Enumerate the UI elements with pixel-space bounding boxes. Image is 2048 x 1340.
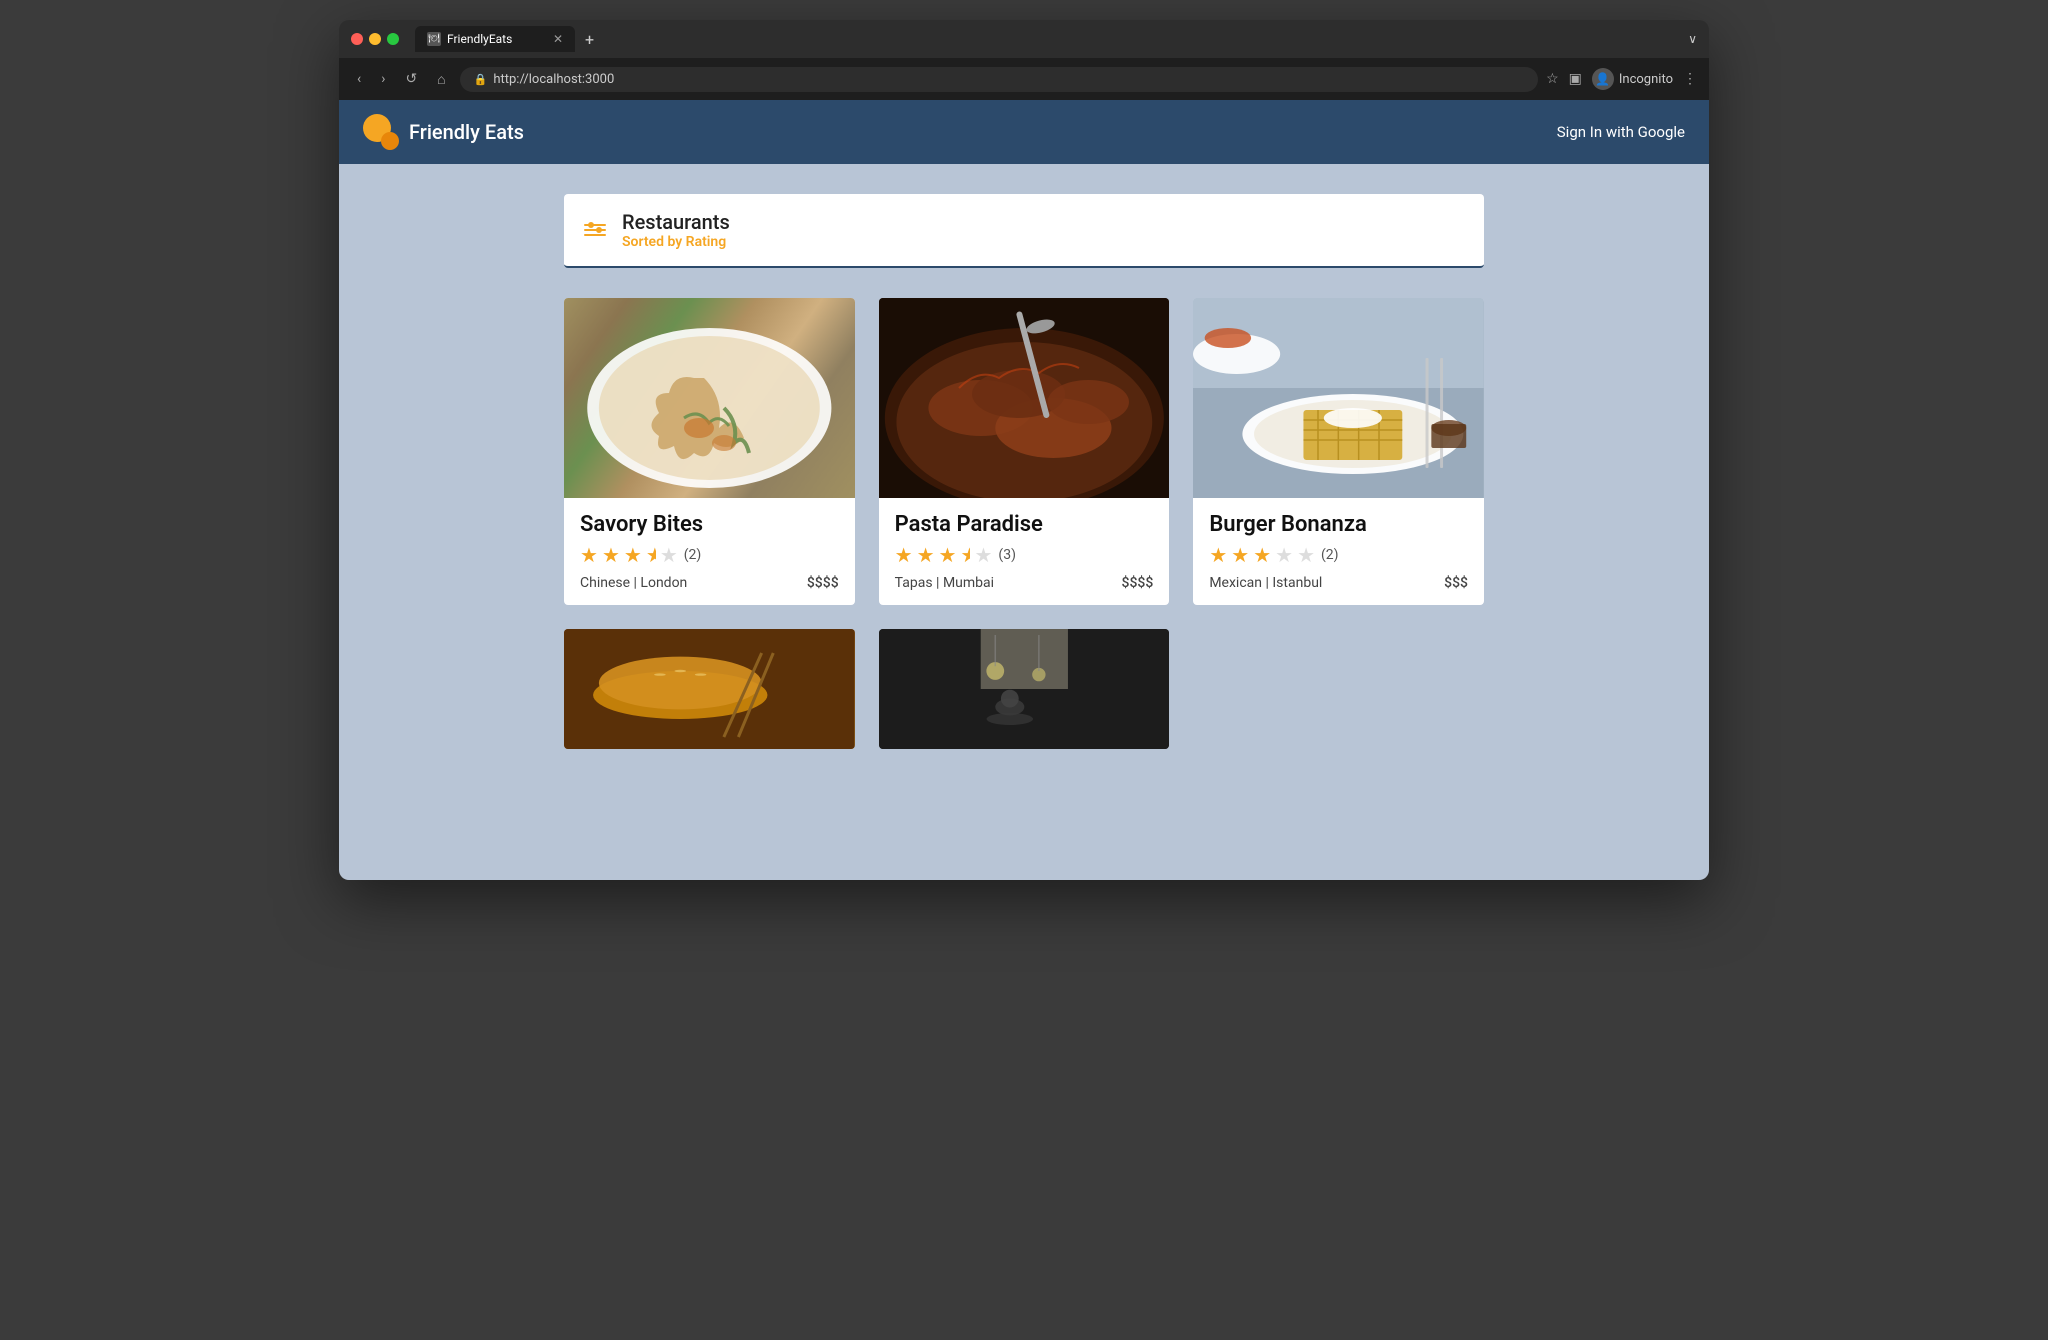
restaurant-card-pasta-paradise[interactable]: Pasta Paradise ★ ★ ★ ★ ★ (3) Tapas | Mum… xyxy=(879,298,1170,605)
stars-row-savory-bites: ★ ★ ★ ★ ★ (2) xyxy=(580,543,839,567)
close-button[interactable] xyxy=(351,33,363,45)
sign-in-button[interactable]: Sign In with Google xyxy=(1557,123,1685,141)
star-half: ★ xyxy=(960,543,970,567)
address-bar[interactable]: 🔒 http://localhost:3000 xyxy=(460,67,1538,92)
card-body-pasta-paradise: Pasta Paradise ★ ★ ★ ★ ★ (3) Tapas | Mum… xyxy=(879,498,1170,605)
card-meta-savory-bites: Chinese | London $$$$ xyxy=(580,575,839,591)
back-button[interactable]: ‹ xyxy=(351,67,367,91)
review-count-burger-bonanza: (2) xyxy=(1321,547,1339,563)
bottom-right-svg xyxy=(879,629,1170,749)
stars-row-pasta-paradise: ★ ★ ★ ★ ★ (3) xyxy=(895,543,1154,567)
restaurant-image-burger-bonanza xyxy=(1193,298,1484,498)
star-2: ★ xyxy=(917,543,935,567)
bottom-left-svg xyxy=(564,629,855,749)
review-count-pasta-paradise: (3) xyxy=(998,547,1016,563)
browser-menu-icon[interactable]: ⋮ xyxy=(1683,71,1697,87)
restaurant-name-pasta-paradise: Pasta Paradise xyxy=(895,512,1154,537)
incognito-icon: 👤 xyxy=(1592,68,1614,90)
maximize-button[interactable] xyxy=(387,33,399,45)
section-title: Restaurants xyxy=(622,210,1464,234)
main-content: Restaurants Sorted by Rating xyxy=(544,164,1504,779)
star-4: ★ xyxy=(1275,543,1293,567)
pasta-paradise-svg xyxy=(879,298,1170,498)
traffic-lights xyxy=(351,33,399,45)
browser-window: 🍽 FriendlyEats ✕ + ∨ ‹ › ↺ ⌂ 🔒 http://lo… xyxy=(339,20,1709,880)
section-subtitle: Sorted by Rating xyxy=(622,234,1464,250)
cuisine-location-savory-bites: Chinese | London xyxy=(580,575,687,591)
savory-bites-svg xyxy=(564,298,855,498)
tab-end-controls: ∨ xyxy=(1688,32,1697,46)
browser-toolbar: ‹ › ↺ ⌂ 🔒 http://localhost:3000 ☆ ▣ 👤 In… xyxy=(339,58,1709,100)
app-container: Friendly Eats Sign In with Google Rest xyxy=(339,100,1709,880)
tab-favicon: 🍽 xyxy=(427,32,441,46)
reload-button[interactable]: ↺ xyxy=(399,67,423,91)
star-2: ★ xyxy=(602,543,620,567)
minimize-button[interactable] xyxy=(369,33,381,45)
restaurant-name-burger-bonanza: Burger Bonanza xyxy=(1209,512,1468,537)
card-body-savory-bites: Savory Bites ★ ★ ★ ★ ★ (2) Chinese | Lon… xyxy=(564,498,855,605)
card-body-burger-bonanza: Burger Bonanza ★ ★ ★ ★ ★ (2) Mexican | I… xyxy=(1193,498,1484,605)
burger-bonanza-svg xyxy=(1193,298,1484,498)
star-1: ★ xyxy=(580,543,598,567)
star-3: ★ xyxy=(1253,543,1271,567)
restaurant-card-bottom-left[interactable] xyxy=(564,629,855,749)
stars-row-burger-bonanza: ★ ★ ★ ★ ★ (2) xyxy=(1209,543,1468,567)
bottom-cards-row xyxy=(564,629,1484,749)
restaurant-name-savory-bites: Savory Bites xyxy=(580,512,839,537)
restaurant-image-pasta-paradise xyxy=(879,298,1170,498)
restaurant-card-savory-bites[interactable]: Savory Bites ★ ★ ★ ★ ★ (2) Chinese | Lon… xyxy=(564,298,855,605)
restaurant-image-savory-bites xyxy=(564,298,855,498)
review-count-savory-bites: (2) xyxy=(684,547,702,563)
home-button[interactable]: ⌂ xyxy=(431,67,451,92)
price-pasta-paradise: $$$$ xyxy=(1122,575,1154,591)
tab-close-button[interactable]: ✕ xyxy=(553,32,563,46)
star-5: ★ xyxy=(1297,543,1315,567)
star-4: ★ xyxy=(974,543,992,567)
bottom-right-image xyxy=(879,629,1170,749)
app-logo: Friendly Eats xyxy=(363,114,524,150)
incognito-badge: 👤 Incognito xyxy=(1592,68,1673,90)
star-half: ★ xyxy=(646,543,656,567)
star-2: ★ xyxy=(1231,543,1249,567)
restaurant-card-burger-bonanza[interactable]: Burger Bonanza ★ ★ ★ ★ ★ (2) Mexican | I… xyxy=(1193,298,1484,605)
toolbar-actions: ☆ ▣ 👤 Incognito ⋮ xyxy=(1546,68,1697,90)
star-1: ★ xyxy=(895,543,913,567)
new-tab-button[interactable]: + xyxy=(579,28,600,51)
cuisine-location-burger-bonanza: Mexican | Istanbul xyxy=(1209,575,1322,591)
section-info: Restaurants Sorted by Rating xyxy=(622,210,1464,250)
star-4: ★ xyxy=(660,543,678,567)
bottom-left-image xyxy=(564,629,855,749)
url-display: http://localhost:3000 xyxy=(493,72,614,87)
bookmark-icon[interactable]: ☆ xyxy=(1546,71,1559,87)
star-1: ★ xyxy=(1209,543,1227,567)
tab-label: FriendlyEats xyxy=(447,32,512,46)
incognito-label: Incognito xyxy=(1619,72,1673,87)
card-meta-burger-bonanza: Mexican | Istanbul $$$ xyxy=(1209,575,1468,591)
restaurant-card-bottom-right[interactable] xyxy=(879,629,1170,749)
app-title: Friendly Eats xyxy=(409,120,524,144)
filter-icon xyxy=(584,224,606,236)
split-view-icon[interactable]: ▣ xyxy=(1569,71,1582,87)
star-3: ★ xyxy=(624,543,642,567)
cuisine-location-pasta-paradise: Tapas | Mumbai xyxy=(895,575,994,591)
filter-line-1 xyxy=(584,224,606,226)
star-3: ★ xyxy=(939,543,957,567)
filter-line-2 xyxy=(584,229,606,231)
lock-icon: 🔒 xyxy=(474,73,488,86)
app-header: Friendly Eats Sign In with Google xyxy=(339,100,1709,164)
restaurants-grid: Savory Bites ★ ★ ★ ★ ★ (2) Chinese | Lon… xyxy=(564,298,1484,605)
browser-titlebar: 🍽 FriendlyEats ✕ + ∨ xyxy=(339,20,1709,58)
price-savory-bites: $$$$ xyxy=(807,575,839,591)
active-tab[interactable]: 🍽 FriendlyEats ✕ xyxy=(415,26,575,52)
section-header: Restaurants Sorted by Rating xyxy=(564,194,1484,268)
logo-icon xyxy=(363,114,399,150)
logo-circle-small xyxy=(381,132,399,150)
bottom-empty-slot xyxy=(1193,629,1484,749)
card-meta-pasta-paradise: Tapas | Mumbai $$$$ xyxy=(895,575,1154,591)
forward-button[interactable]: › xyxy=(375,67,391,91)
filter-line-3 xyxy=(584,234,606,236)
tab-bar: 🍽 FriendlyEats ✕ + xyxy=(415,26,1680,52)
price-burger-bonanza: $$$ xyxy=(1444,575,1468,591)
